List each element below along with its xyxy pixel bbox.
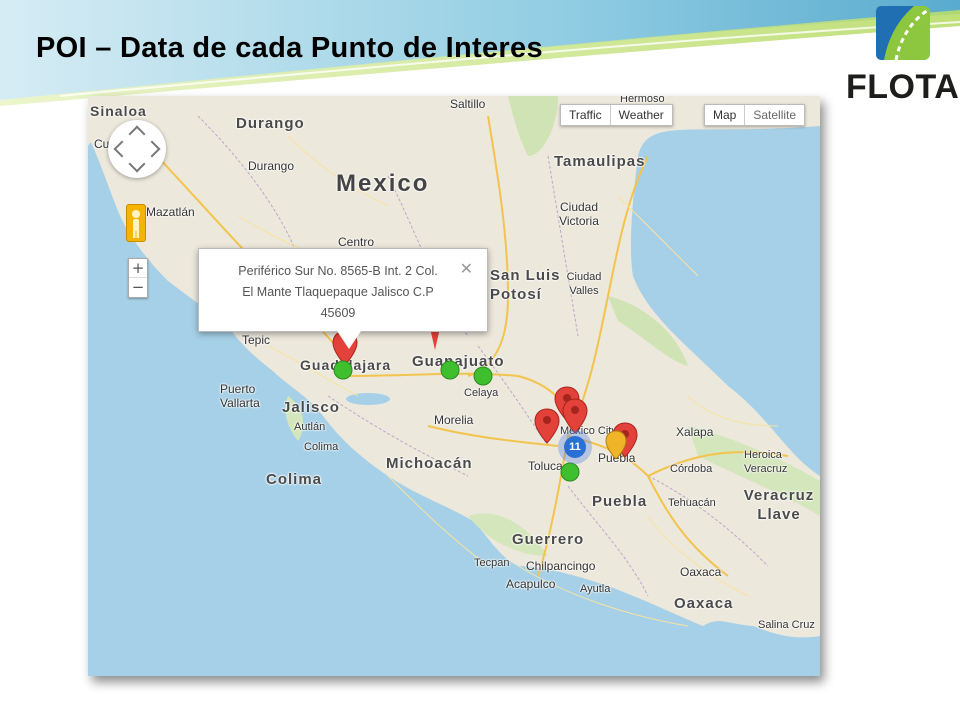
label-puerto-vallarta: Puerto Vallarta (220, 382, 272, 410)
map-type-group: Map Satellite (704, 104, 806, 126)
poi-address-line-2: El Mante Tlaquepaque Jalisco C.P (242, 285, 434, 299)
label-oaxaca-state: Oaxaca (674, 595, 734, 612)
label-xalapa: Xalapa (676, 425, 714, 439)
pegman-figure-icon (132, 210, 140, 238)
label-puebla-state: Puebla (592, 493, 648, 510)
label-tecpan: Tecpan (474, 557, 510, 569)
label-sinaloa: Sinaloa (90, 103, 147, 119)
map-pin-icon[interactable] (333, 360, 353, 380)
zoom-in-button[interactable]: + (129, 259, 147, 278)
label-guerrero: Guerrero (512, 531, 585, 548)
label-ciudad-valles: Ciudad Valles (564, 270, 604, 298)
label-colima-state: Colima (266, 471, 323, 488)
map-type-satellite-button[interactable]: Satellite (745, 105, 804, 125)
marker-cluster-count: 11 (564, 436, 586, 458)
map-pin-icon[interactable] (560, 462, 580, 482)
label-autlan: Autlán (294, 421, 326, 433)
pan-down-icon[interactable] (128, 155, 146, 173)
poi-address-line-3: 45609 (320, 306, 356, 320)
pan-control[interactable] (108, 120, 166, 178)
label-heroica-veracruz: Heroica Veracruz (744, 448, 810, 476)
map-type-map-button[interactable]: Map (705, 105, 746, 125)
slide-title: POI – Data de cada Punto de Interes (36, 32, 543, 64)
label-salina-cruz: Salina Cruz (758, 619, 815, 631)
label-country-mexico: Mexico (336, 170, 430, 197)
poi-info-window: Periférico Sur No. 8565-B Int. 2 Col. El… (198, 248, 488, 349)
label-san-luis-potosi: San Luis Potosí (490, 266, 568, 304)
map-base-layer (88, 96, 820, 676)
label-mazatlan: Mazatlán (146, 205, 195, 219)
label-veracruz-llave-text: Veracruz Llave (743, 487, 815, 523)
label-oaxaca-city: Oaxaca (680, 565, 722, 579)
label-tehuacan: Tehuacán (668, 497, 716, 509)
marker-cluster[interactable]: 11 (558, 430, 592, 464)
label-durango-state: Durango (236, 115, 305, 132)
zoom-control: + − (128, 258, 148, 298)
pan-right-icon[interactable] (143, 140, 161, 158)
label-cordoba: Córdoba (670, 463, 713, 475)
label-veracruz-llave: Veracruz Llave (740, 486, 818, 524)
zoom-out-button[interactable]: − (129, 278, 147, 296)
label-celaya: Celaya (464, 387, 499, 399)
map-pin-icon[interactable] (473, 366, 493, 386)
flota-logo-text: FLOTA (846, 68, 960, 106)
map-pin-icon[interactable] (562, 398, 588, 434)
pan-up-icon[interactable] (128, 125, 146, 143)
label-jalisco: Jalisco (282, 399, 340, 416)
poi-address-line-1: Periférico Sur No. 8565-B Int. 2 Col. (238, 264, 438, 278)
weather-button[interactable]: Weather (611, 105, 672, 125)
label-toluca: Toluca (528, 459, 563, 473)
map-pin-icon[interactable] (604, 430, 628, 460)
map-pin-icon[interactable] (440, 360, 460, 380)
label-michoacan: Michoacán (386, 455, 473, 472)
traffic-button[interactable]: Traffic (561, 105, 611, 125)
close-icon[interactable]: ✕ (460, 259, 473, 278)
layer-toggle-group: Traffic Weather (560, 104, 673, 126)
label-tepic: Tepic (242, 333, 271, 347)
info-window-tail (337, 331, 361, 349)
label-san-luis-potosi-text: San Luis Potosí (490, 267, 561, 303)
map-pin-icon[interactable] (534, 408, 560, 444)
label-ayutla: Ayutla (580, 583, 611, 595)
label-ciudad-valles-text: Ciudad Valles (566, 271, 602, 297)
label-morelia: Morelia (434, 413, 474, 427)
label-heroica-veracruz-text: Heroica Veracruz (744, 449, 788, 475)
street-view-pegman-icon[interactable] (126, 204, 146, 242)
label-colima-city: Colima (304, 441, 339, 453)
label-chilpancingo: Chilpancingo (526, 559, 596, 573)
label-saltillo: Saltillo (450, 97, 486, 111)
label-puerto-vallarta-text: Puerto Vallarta (220, 382, 260, 410)
label-durango-city: Durango (248, 159, 295, 173)
label-centro: Centro (338, 235, 375, 249)
label-acapulco: Acapulco (506, 577, 556, 591)
flota-logo: FLOTA (842, 4, 959, 108)
label-ciudad-victoria-1: Ciudad Victoria (554, 200, 604, 228)
map-viewport[interactable]: Sinaloa Cu Durango Durango Saltillo Herm… (88, 96, 820, 676)
label-ciudad-victoria: Ciudad Victoria (559, 200, 599, 228)
poi-info-text: Periférico Sur No. 8565-B Int. 2 Col. El… (207, 261, 469, 324)
label-tamaulipas: Tamaulipas (554, 153, 646, 170)
pan-left-icon[interactable] (113, 140, 131, 158)
flota-logo-mark-icon (876, 6, 930, 61)
